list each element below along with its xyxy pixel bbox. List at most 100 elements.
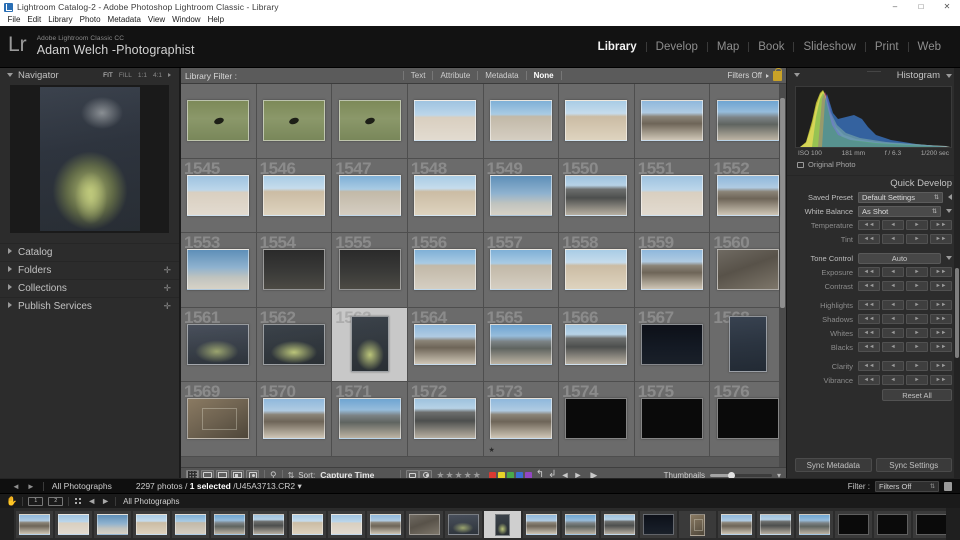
filmstrip-thumbnail[interactable] xyxy=(448,514,479,535)
stepper-button[interactable]: ► xyxy=(906,328,928,338)
photo-thumbnail[interactable] xyxy=(641,100,704,142)
stepper-button[interactable]: ►► xyxy=(930,328,952,338)
photo-thumbnail[interactable] xyxy=(338,100,401,142)
stepper-button[interactable]: ◄◄ xyxy=(858,300,880,310)
temperature-stepper[interactable]: ◄◄ ◄ ► ►► xyxy=(858,220,952,230)
disclosure-triangle-icon[interactable] xyxy=(8,302,12,308)
back-button[interactable]: ◄ xyxy=(12,482,20,491)
photo-thumbnail[interactable] xyxy=(641,249,704,291)
stepper-button[interactable]: ►► xyxy=(930,342,952,352)
filmstrip-thumbnail[interactable] xyxy=(526,514,557,535)
module-print[interactable]: Print xyxy=(866,40,908,54)
photo-thumbnail[interactable] xyxy=(414,174,477,216)
stepper-button[interactable]: ◄ xyxy=(882,234,904,244)
stepper-button[interactable]: ►► xyxy=(930,234,952,244)
stepper-button[interactable]: ► xyxy=(906,281,928,291)
identity-plate[interactable]: Lr Adobe Lightroom Classic CC Adam Welch… xyxy=(8,31,195,58)
photo-thumbnail[interactable] xyxy=(187,323,250,365)
photo-thumbnail[interactable] xyxy=(565,174,628,216)
photo-thumbnail[interactable] xyxy=(187,100,250,142)
grid-scrollbar[interactable] xyxy=(779,84,786,467)
stepper-button[interactable]: ► xyxy=(906,300,928,310)
stepper-button[interactable]: ◄ xyxy=(882,342,904,352)
photo-thumbnail[interactable] xyxy=(350,316,389,373)
zoom-4-1[interactable]: 4:1 xyxy=(153,72,162,79)
menu-file[interactable]: File xyxy=(4,14,24,26)
chevron-right-icon[interactable] xyxy=(766,73,769,78)
photo-thumbnail[interactable] xyxy=(565,100,628,142)
lock-icon[interactable] xyxy=(773,67,782,81)
grid-cell[interactable]: 1563 xyxy=(332,307,408,382)
filmstrip-cell[interactable] xyxy=(484,511,521,538)
stepper-button[interactable]: ► xyxy=(906,267,928,277)
stepper-button[interactable]: ◄ xyxy=(882,300,904,310)
stepper-button[interactable]: ► xyxy=(906,375,928,385)
grid-cell[interactable]: 1573 ★ xyxy=(483,382,560,457)
menu-edit[interactable]: Edit xyxy=(24,14,45,26)
filmstrip-cell[interactable] xyxy=(640,511,677,538)
filmstrip-cell[interactable] xyxy=(874,511,911,538)
menu-photo[interactable]: Photo xyxy=(76,14,104,26)
filmstrip-thumbnail[interactable] xyxy=(409,514,440,535)
filmstrip-thumbnail[interactable] xyxy=(331,514,362,535)
stepper-button[interactable]: ◄◄ xyxy=(858,267,880,277)
grid-cell[interactable]: 1568 xyxy=(710,307,786,382)
photo-thumbnail[interactable] xyxy=(489,100,552,142)
grid-cell[interactable]: 1551 xyxy=(634,158,711,233)
exposure-stepper[interactable]: ◄◄ ◄ ► ►► xyxy=(858,267,952,277)
disclosure-triangle-icon[interactable] xyxy=(946,256,952,260)
disclosure-triangle-icon[interactable] xyxy=(8,266,12,272)
photo-thumbnail[interactable] xyxy=(728,316,767,373)
filmstrip-cell[interactable] xyxy=(718,511,755,538)
filmstrip-thumbnail[interactable] xyxy=(253,514,284,535)
add-publish-service-icon[interactable]: ✛ xyxy=(163,302,171,311)
disclosure-triangle-icon[interactable] xyxy=(7,73,13,77)
module-book[interactable]: Book xyxy=(749,40,793,54)
grid-cell[interactable]: 1555 xyxy=(332,233,408,308)
filmstrip-cell[interactable] xyxy=(289,511,326,538)
module-slideshow[interactable]: Slideshow xyxy=(794,40,864,54)
source-label[interactable]: All Photographs xyxy=(52,481,112,491)
contrast-stepper[interactable]: ◄◄ ◄ ► ►► xyxy=(858,281,952,291)
photo-thumbnail[interactable] xyxy=(262,323,325,365)
filmstrip-cell[interactable] xyxy=(94,511,131,538)
stepper-button[interactable]: ◄ xyxy=(882,267,904,277)
filmstrip-thumbnail[interactable] xyxy=(916,514,947,535)
filmstrip-thumbnail[interactable] xyxy=(214,514,245,535)
sync-settings-button[interactable]: Sync Settings xyxy=(875,458,952,472)
disclosure-triangle-icon[interactable] xyxy=(794,73,800,77)
grid-cell[interactable]: 1545 xyxy=(181,158,257,233)
display-hand-icon[interactable]: ✋ xyxy=(6,496,17,507)
whites-stepper[interactable]: ◄◄ ◄ ► ►► xyxy=(858,328,952,338)
filmstrip-thumbnail[interactable] xyxy=(799,514,830,535)
stepper-button[interactable]: ►► xyxy=(930,267,952,277)
filmstrip-cell[interactable] xyxy=(679,511,716,538)
photo-thumbnail[interactable] xyxy=(262,174,325,216)
photo-thumbnail[interactable] xyxy=(489,174,552,216)
grid-cell[interactable] xyxy=(181,84,257,159)
disclosure-triangle-icon[interactable] xyxy=(946,209,952,213)
photo-thumbnail[interactable] xyxy=(262,100,325,142)
photo-thumbnail[interactable] xyxy=(489,323,552,365)
filmstrip-cell[interactable] xyxy=(913,511,950,538)
filmstrip-cell[interactable] xyxy=(562,511,599,538)
filmstrip-thumbnail[interactable] xyxy=(643,514,674,535)
highlights-stepper[interactable]: ◄◄ ◄ ► ►► xyxy=(858,300,952,310)
stepper-button[interactable]: ► xyxy=(906,314,928,324)
stepper-button[interactable]: ◄◄ xyxy=(858,314,880,324)
disclosure-triangle-icon[interactable] xyxy=(946,73,952,78)
filter-lock-icon[interactable] xyxy=(944,481,952,491)
minimize-button[interactable]: – xyxy=(882,0,908,14)
filmstrip-cell[interactable] xyxy=(211,511,248,538)
navigator-preview[interactable] xyxy=(10,85,169,233)
monitor-1-button[interactable]: 1 xyxy=(28,496,44,506)
filter-tab-none[interactable]: None xyxy=(525,71,561,80)
collapse-left-icon[interactable] xyxy=(948,194,952,200)
filmstrip-thumbnail[interactable] xyxy=(721,514,752,535)
filmstrip-filter-select[interactable]: Filters Off ⇅ xyxy=(875,480,939,492)
sidebar-item-publish-services[interactable]: Publish Services ✛ xyxy=(0,297,179,315)
photo-thumbnail[interactable] xyxy=(414,100,477,142)
photo-thumbnail[interactable] xyxy=(641,174,704,216)
grid-cell[interactable]: 1575 xyxy=(634,382,711,457)
grid-cell[interactable]: 1553 xyxy=(181,233,257,308)
